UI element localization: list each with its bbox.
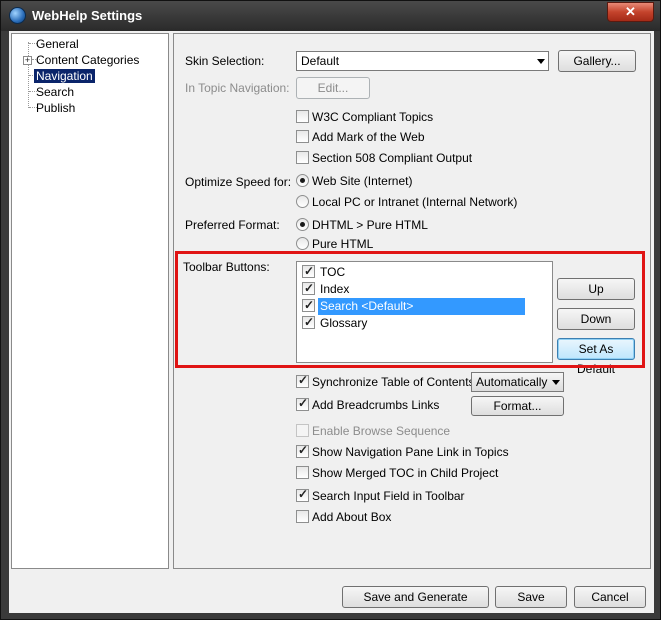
settings-tree: + General Content Categories Navigation … <box>11 33 169 569</box>
skin-select[interactable]: Default <box>296 51 549 71</box>
dialog-client-area: + General Content Categories Navigation … <box>9 31 654 613</box>
radio-icon <box>296 195 309 208</box>
tree-item-content-categories[interactable]: Content Categories <box>36 53 139 67</box>
merged-toc-checkbox[interactable]: Show Merged TOC in Child Project <box>296 466 498 482</box>
checkbox-label: Section 508 Compliant Output <box>312 151 473 165</box>
breadcrumbs-checkbox[interactable]: Add Breadcrumbs Links <box>296 396 440 414</box>
checkbox-icon <box>296 373 309 388</box>
format-button[interactable]: Format... <box>471 396 564 416</box>
dhtml-radio[interactable]: DHTML > Pure HTML <box>296 218 428 234</box>
save-button[interactable]: Save <box>495 586 567 608</box>
tree-item-label: Content Categories <box>36 53 140 67</box>
skin-selection-label: Skin Selection: <box>185 54 265 68</box>
checkbox-icon <box>296 396 309 411</box>
checkbox-icon[interactable] <box>302 280 315 297</box>
tree-item-search[interactable]: Search <box>36 85 74 99</box>
tree-item-label: General <box>36 37 79 51</box>
in-topic-navigation-label: In Topic Navigation: <box>185 81 290 95</box>
list-item-search[interactable]: Search <Default> <box>302 297 526 315</box>
title-bar[interactable]: WebHelp Settings ✕ <box>1 1 660 31</box>
skin-select-value: Default <box>301 54 340 68</box>
about-box-checkbox[interactable]: Add About Box <box>296 510 391 526</box>
w3c-compliant-checkbox[interactable]: W3C Compliant Topics <box>296 110 433 126</box>
checkbox-icon[interactable] <box>302 297 315 314</box>
tree-item-publish[interactable]: Publish <box>36 101 75 115</box>
checkbox-icon <box>296 151 309 164</box>
pure-html-radio[interactable]: Pure HTML <box>296 237 373 253</box>
list-item-toc[interactable]: TOC <box>302 263 526 281</box>
down-button[interactable]: Down <box>557 308 635 330</box>
radio-icon <box>296 218 309 231</box>
local-pc-radio[interactable]: Local PC or Intranet (Internal Network) <box>296 195 517 211</box>
checkbox-icon <box>296 510 309 523</box>
list-item-index[interactable]: Index <box>302 280 526 298</box>
browse-sequence-checkbox[interactable]: Enable Browse Sequence <box>296 424 450 440</box>
web-site-radio[interactable]: Web Site (Internet) <box>296 174 413 190</box>
checkbox-label: Enable Browse Sequence <box>312 424 451 438</box>
close-button[interactable]: ✕ <box>607 2 654 22</box>
globe-icon <box>9 7 26 24</box>
chevron-down-icon <box>537 59 545 64</box>
webhelp-settings-window: WebHelp Settings ✕ + General Content Cat… <box>0 0 661 620</box>
checkbox-label: Synchronize Table of Contents <box>312 375 475 389</box>
checkbox-label: W3C Compliant Topics <box>312 110 434 124</box>
search-input-field-checkbox[interactable]: Search Input Field in Toolbar <box>296 487 465 505</box>
synchronize-toc-checkbox[interactable]: Synchronize Table of Contents <box>296 373 475 391</box>
chevron-down-icon <box>552 380 560 385</box>
expand-toggle-icon[interactable]: + <box>23 56 32 65</box>
radio-icon <box>296 174 309 187</box>
sync-mode-value: Automatically <box>476 375 548 389</box>
checkbox-label: Add Mark of the Web <box>312 130 425 144</box>
radio-label: Local PC or Intranet (Internal Network) <box>312 195 518 209</box>
checkbox-label: Search Input Field in Toolbar <box>312 489 465 503</box>
save-and-generate-button[interactable]: Save and Generate <box>342 586 489 608</box>
list-item-glossary[interactable]: Glossary <box>302 314 526 332</box>
gallery-button[interactable]: Gallery... <box>558 50 636 72</box>
toolbar-buttons-list[interactable]: TOC Index Search <Default> Glossary <box>296 261 553 363</box>
radio-label: Web Site (Internet) <box>312 174 413 188</box>
checkbox-icon <box>296 466 309 479</box>
navigation-settings-panel: Skin Selection: Default Gallery... In To… <box>173 33 651 569</box>
set-as-default-button[interactable]: Set As Default <box>557 338 635 376</box>
checkbox-label: Add Breadcrumbs Links <box>312 398 440 412</box>
toolbar-buttons-label: Toolbar Buttons: <box>183 260 270 274</box>
optimize-speed-label: Optimize Speed for: <box>185 175 292 189</box>
mark-of-web-checkbox[interactable]: Add Mark of the Web <box>296 130 425 146</box>
tree-item-general[interactable]: General <box>36 37 79 51</box>
preferred-format-label: Preferred Format: <box>185 218 280 232</box>
radio-icon <box>296 237 309 250</box>
checkbox-label: Add About Box <box>312 510 392 524</box>
checkbox-icon <box>296 424 309 437</box>
radio-label: DHTML > Pure HTML <box>312 218 428 232</box>
list-item-label: Search <Default> <box>318 298 525 315</box>
checkbox-icon[interactable] <box>302 263 315 280</box>
tree-item-label: Search <box>36 85 75 99</box>
checkbox-icon <box>296 130 309 143</box>
radio-label: Pure HTML <box>312 237 374 251</box>
checkbox-icon <box>296 110 309 123</box>
tree-item-label: Navigation <box>34 69 95 83</box>
nav-pane-link-checkbox[interactable]: Show Navigation Pane Link in Topics <box>296 443 509 461</box>
up-button[interactable]: Up <box>557 278 635 300</box>
checkbox-icon <box>296 443 309 458</box>
checkbox-label: Show Merged TOC in Child Project <box>312 466 499 480</box>
checkbox-icon[interactable] <box>302 314 315 331</box>
checkbox-icon <box>296 487 309 502</box>
tree-item-navigation[interactable]: Navigation <box>34 69 95 83</box>
sync-mode-select[interactable]: Automatically <box>471 372 564 392</box>
list-item-label: TOC <box>320 265 346 279</box>
section-508-checkbox[interactable]: Section 508 Compliant Output <box>296 151 472 167</box>
window-title: WebHelp Settings <box>32 8 143 23</box>
cancel-button[interactable]: Cancel <box>574 586 646 608</box>
checkbox-label: Show Navigation Pane Link in Topics <box>312 445 509 459</box>
edit-button[interactable]: Edit... <box>296 77 370 99</box>
list-item-label: Index <box>320 282 350 296</box>
tree-item-label: Publish <box>36 101 76 115</box>
list-item-label: Glossary <box>320 316 368 330</box>
